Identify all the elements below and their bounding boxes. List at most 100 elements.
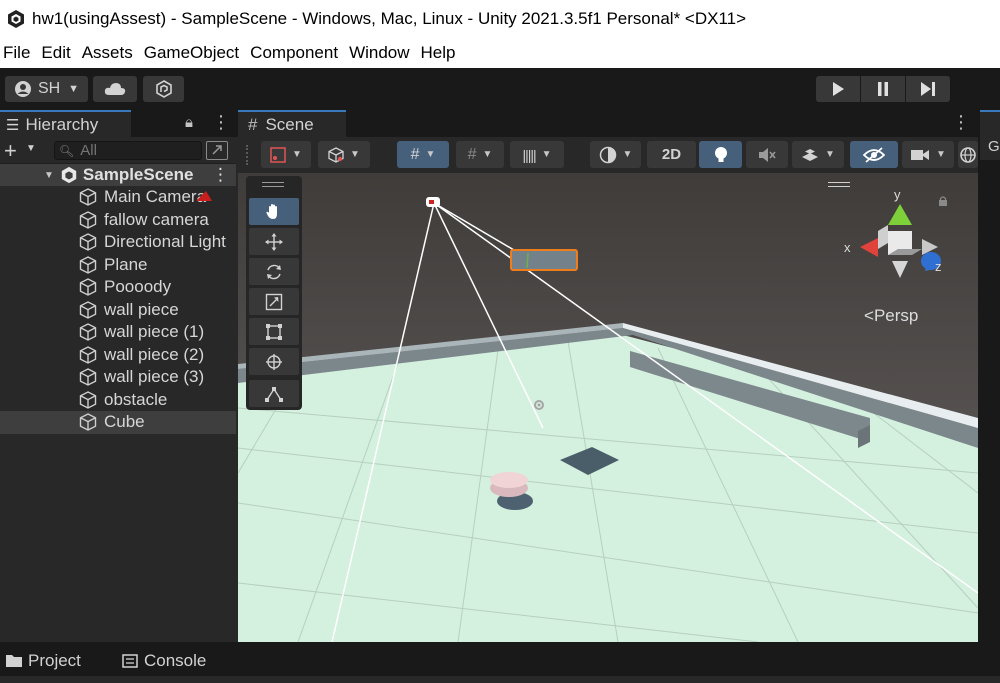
projection-toggle[interactable]: <Persp xyxy=(864,306,918,326)
lighting-toggle-button[interactable] xyxy=(699,141,742,168)
scale-tool-button[interactable] xyxy=(249,288,299,315)
custom-tool-button[interactable] xyxy=(249,380,299,407)
camera-settings-button[interactable]: ▼ xyxy=(902,141,954,168)
tab-project[interactable]: Project xyxy=(5,646,81,676)
menu-gameobject[interactable]: GameObject xyxy=(141,43,245,63)
collab-icon xyxy=(155,80,172,98)
menu-help[interactable]: Help xyxy=(418,43,462,63)
tool-handle-rotation-button[interactable]: ▼ xyxy=(318,141,370,168)
menu-window[interactable]: Window xyxy=(346,43,415,63)
pivot-icon xyxy=(270,146,286,163)
more-options-icon[interactable]: ⋮ xyxy=(952,112,970,133)
account-button[interactable]: SH ▼ xyxy=(5,76,88,102)
collab-button[interactable] xyxy=(143,76,184,102)
chevron-down-icon: ▼ xyxy=(292,149,302,160)
scene-root-row[interactable]: ▼ SampleScene ⋮ xyxy=(0,164,236,186)
move-tool-button[interactable] xyxy=(249,228,299,255)
scene-render[interactable]: y x z xyxy=(238,173,978,642)
chevron-down-icon[interactable]: ▼ xyxy=(26,143,36,154)
bottom-panel-edge xyxy=(0,676,1000,683)
hierarchy-item[interactable]: wall piece (2) xyxy=(0,344,236,367)
hierarchy-item[interactable]: fallow camera xyxy=(0,209,236,232)
tool-handle-position-button[interactable]: ▼ xyxy=(261,141,311,168)
hierarchy-item[interactable]: Main Camera xyxy=(0,186,236,209)
hierarchy-item[interactable]: wall piece xyxy=(0,299,236,322)
add-icon[interactable]: + xyxy=(4,138,17,164)
hierarchy-item-label: wall piece (3) xyxy=(104,367,205,387)
hierarchy-item[interactable]: wall piece (1) xyxy=(0,321,236,344)
play-icon xyxy=(833,82,844,96)
axis-label-x: x xyxy=(844,240,851,255)
title-bar: hw1(usingAssest) - SampleScene - Windows… xyxy=(0,0,1000,38)
transform-tool-button[interactable] xyxy=(249,348,299,375)
toggle-2d-button[interactable]: 2D xyxy=(647,141,696,168)
rect-tool-button[interactable] xyxy=(249,318,299,345)
main-camera-gizmo[interactable] xyxy=(426,197,440,207)
palette-handle[interactable] xyxy=(262,182,284,187)
step-icon xyxy=(921,82,935,96)
tab-scene[interactable]: # Scene xyxy=(238,110,346,137)
toolbar-grip[interactable] xyxy=(246,145,250,165)
scene-viewport[interactable]: y x z <Persp xyxy=(238,173,978,642)
tab-hierarchy[interactable]: ☰ Hierarchy xyxy=(0,110,131,137)
hierarchy-item[interactable]: obstacle xyxy=(0,389,236,412)
foldout-arrow-icon[interactable]: ▼ xyxy=(44,170,54,181)
step-button[interactable] xyxy=(906,76,950,102)
ruler-snap-button[interactable]: ||||| ▼ xyxy=(510,141,564,168)
more-options-icon[interactable]: ⋮ xyxy=(212,165,229,185)
gameobject-cube-icon xyxy=(79,323,97,342)
more-options-icon[interactable]: ⋮ xyxy=(212,112,230,133)
selected-object-outline[interactable] xyxy=(510,249,578,271)
window-title: hw1(usingAssest) - SampleScene - Windows… xyxy=(32,9,747,28)
hierarchy-item[interactable]: Directional Light xyxy=(0,231,236,254)
folder-icon xyxy=(6,655,22,667)
scene-tab-label: Scene xyxy=(265,114,314,134)
effects-toggle-button[interactable]: ▼ xyxy=(792,141,844,168)
scene-tab-bar: # Scene ⋮ xyxy=(236,110,978,137)
rotate-tool-button[interactable] xyxy=(249,258,299,285)
search-input[interactable] xyxy=(80,142,191,159)
lock-icon[interactable] xyxy=(938,196,948,206)
hierarchy-search-row: + ▼ 🔍︎ xyxy=(0,137,236,164)
scale-icon xyxy=(265,293,283,310)
cloud-button[interactable] xyxy=(93,76,137,102)
draw-mode-button[interactable]: ▼ xyxy=(590,141,641,168)
pause-button[interactable] xyxy=(861,76,905,102)
tab-game-truncated[interactable]: G xyxy=(980,110,1000,160)
increment-snap-button[interactable]: # ▼ xyxy=(456,141,504,168)
tab-console[interactable]: Console xyxy=(121,646,206,676)
hierarchy-panel: ☰ Hierarchy 🔒︎ ⋮ + ▼ 🔍︎ ▼ SampleScene ⋮ … xyxy=(0,110,236,642)
camera-icon xyxy=(911,149,930,160)
menu-assets[interactable]: Assets xyxy=(79,43,139,63)
hierarchy-item[interactable]: Poooody xyxy=(0,276,236,299)
hierarchy-item-label: Directional Light xyxy=(104,232,226,252)
hierarchy-item-label: Main Camera xyxy=(104,187,207,207)
hierarchy-search-field[interactable]: 🔍︎ xyxy=(54,141,202,160)
projection-label: Persp xyxy=(873,306,919,325)
hierarchy-item[interactable]: Cube xyxy=(0,411,236,434)
gameobject-cube-icon xyxy=(79,390,97,409)
gizmo-menu-handle[interactable] xyxy=(828,182,850,187)
right-tab-label: G xyxy=(988,138,1000,155)
scene-toolbar: ▼ ▼ # ▼ # ▼ ||||| ▼ ▼ 2D ▼ ▼ xyxy=(236,137,978,173)
grid-snapping-button[interactable]: # ▼ xyxy=(397,141,449,168)
scene-visibility-toggle-button[interactable] xyxy=(850,141,898,168)
main-toolbar: SH ▼ xyxy=(0,68,1000,110)
play-button[interactable] xyxy=(816,76,860,102)
playback-controls xyxy=(816,76,951,102)
hierarchy-item[interactable]: wall piece (3) xyxy=(0,366,236,389)
gizmo-sphere-icon xyxy=(960,146,976,163)
lock-icon[interactable]: 🔒︎ xyxy=(185,114,193,131)
mute-icon xyxy=(759,147,776,162)
scene-visibility-button[interactable] xyxy=(206,141,228,160)
unity-scene-icon xyxy=(61,166,77,184)
chevron-left-icon: < xyxy=(864,306,874,325)
gizmos-button[interactable] xyxy=(958,141,978,168)
gameobject-list: Main Camera fallow camera Directional Ligh… xyxy=(0,186,236,434)
hierarchy-item[interactable]: Plane xyxy=(0,254,236,277)
menu-edit[interactable]: Edit xyxy=(38,43,76,63)
menu-file[interactable]: File xyxy=(0,43,36,63)
hand-tool-button[interactable] xyxy=(249,198,299,225)
menu-component[interactable]: Component xyxy=(247,43,344,63)
audio-toggle-button[interactable] xyxy=(746,141,788,168)
